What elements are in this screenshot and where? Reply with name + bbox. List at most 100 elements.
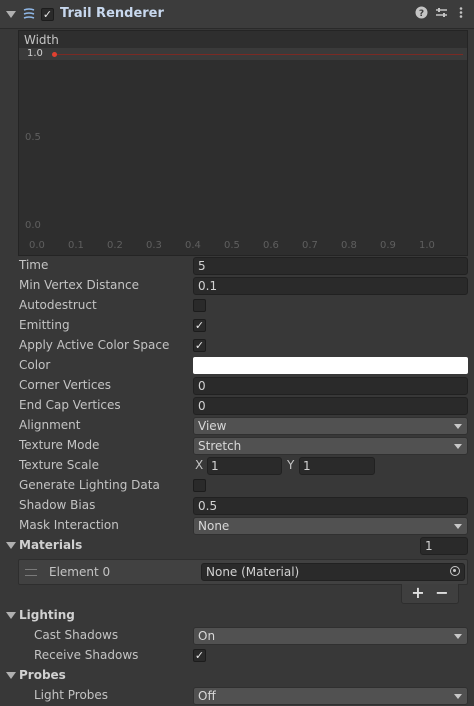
material-object-value: None (Material)	[206, 565, 300, 579]
collapse-arrow-icon[interactable]	[6, 672, 16, 679]
alignment-label: Alignment	[19, 418, 81, 432]
end-cap-vertices-label: End Cap Vertices	[19, 398, 121, 412]
corner-vertices-row: Corner Vertices 0	[0, 376, 474, 396]
texture-mode-label: Texture Mode	[19, 438, 100, 452]
width-curve-line	[53, 54, 463, 55]
x-tick-label: 0.0	[29, 240, 45, 251]
alignment-row: Alignment View	[0, 416, 474, 436]
x-tick-label: 0.8	[341, 240, 357, 251]
width-curve-editor[interactable]: Width 1.0 0.5 0.0 0.0 0.1 0.2 0.3 0.4 0.…	[18, 30, 468, 256]
texture-scale-label: Texture Scale	[19, 458, 100, 472]
mask-interaction-label: Mask Interaction	[19, 518, 119, 532]
shadow-bias-input[interactable]: 0.5	[193, 497, 468, 515]
emitting-row: Emitting ✓	[0, 316, 474, 336]
end-cap-vertices-row: End Cap Vertices 0	[0, 396, 474, 416]
chevron-down-icon	[454, 634, 462, 639]
materials-title: Materials	[19, 538, 83, 552]
color-row: Color	[0, 356, 474, 376]
min-vertex-distance-label: Min Vertex Distance	[19, 278, 139, 292]
texture-scale-y-input[interactable]: 1	[299, 457, 375, 475]
y-tick-label: 1.0	[27, 48, 43, 59]
y-tick-label: 0.5	[25, 132, 41, 143]
min-vertex-distance-input[interactable]: 0.1	[193, 277, 468, 295]
color-swatch[interactable]	[193, 357, 468, 374]
mask-interaction-row: Mask Interaction None	[0, 516, 474, 536]
alignment-dropdown[interactable]: View	[193, 417, 468, 435]
light-probes-label: Light Probes	[34, 688, 109, 702]
x-tick-label: 0.2	[107, 240, 123, 251]
min-vertex-distance-row: Min Vertex Distance 0.1	[0, 276, 474, 296]
generate-lighting-data-checkbox[interactable]	[193, 479, 206, 492]
chevron-down-icon	[454, 524, 462, 529]
probes-title: Probes	[19, 668, 66, 682]
drag-handle-icon[interactable]	[25, 569, 37, 576]
texture-scale-x-input[interactable]: 1	[207, 457, 282, 475]
time-label: Time	[19, 258, 49, 272]
light-probes-value: Off	[198, 689, 216, 703]
emitting-label: Emitting	[19, 318, 70, 332]
component-enabled-checkbox[interactable]: ✓	[41, 8, 54, 21]
probes-section-header[interactable]: Probes	[0, 666, 474, 686]
receive-shadows-checkbox[interactable]: ✓	[193, 649, 206, 662]
texture-scale-x-label: X	[195, 458, 204, 472]
y-tick-label: 0.0	[25, 220, 41, 231]
texture-scale-row: Texture Scale X 1 Y 1	[0, 456, 474, 476]
list-add-remove-bar: + −	[401, 584, 459, 604]
shadow-bias-label: Shadow Bias	[19, 498, 96, 512]
presets-icon[interactable]	[434, 6, 448, 20]
help-icon[interactable]: ?	[414, 6, 428, 20]
svg-text:?: ?	[418, 9, 423, 19]
autodestruct-label: Autodestruct	[19, 298, 97, 312]
materials-list: Element 0 None (Material)	[18, 559, 468, 585]
curve-keyframe[interactable]	[52, 52, 57, 57]
cast-shadows-dropdown[interactable]: On	[193, 627, 468, 645]
add-element-button[interactable]: +	[406, 584, 430, 602]
generate-lighting-data-label: Generate Lighting Data	[19, 478, 160, 492]
chevron-down-icon	[454, 694, 462, 699]
alignment-value: View	[198, 419, 227, 433]
receive-shadows-row: Receive Shadows ✓	[0, 646, 474, 666]
materials-section-header[interactable]: Materials 1	[0, 536, 474, 556]
lighting-section-header[interactable]: Lighting	[0, 606, 474, 626]
x-tick-label: 1.0	[419, 240, 435, 251]
shadow-bias-row: Shadow Bias 0.5	[0, 496, 474, 516]
x-tick-label: 0.9	[380, 240, 396, 251]
texture-mode-dropdown[interactable]: Stretch	[193, 437, 468, 455]
x-axis: 0.0 0.1 0.2 0.3 0.4 0.5 0.6 0.7 0.8 0.9 …	[19, 237, 467, 255]
corner-vertices-input[interactable]: 0	[193, 377, 468, 395]
x-tick-label: 0.6	[263, 240, 279, 251]
chevron-down-icon	[454, 424, 462, 429]
materials-count-input[interactable]: 1	[420, 537, 468, 555]
chevron-down-icon	[454, 444, 462, 449]
light-probes-dropdown[interactable]: Off	[193, 687, 468, 705]
apply-active-color-space-row: Apply Active Color Space ✓	[0, 336, 474, 356]
cast-shadows-row: Cast Shadows On	[0, 626, 474, 646]
trail-renderer-icon	[23, 8, 35, 19]
material-object-field[interactable]: None (Material)	[201, 563, 465, 581]
x-tick-label: 0.7	[302, 240, 318, 251]
width-curve-label: Width	[24, 33, 59, 47]
texture-mode-value: Stretch	[198, 439, 242, 453]
emitting-checkbox[interactable]: ✓	[193, 319, 206, 332]
collapse-arrow-icon[interactable]	[6, 542, 16, 549]
object-picker-icon[interactable]	[450, 566, 460, 576]
x-tick-label: 0.3	[146, 240, 162, 251]
apply-active-color-space-checkbox[interactable]: ✓	[193, 339, 206, 352]
end-cap-vertices-input[interactable]: 0	[193, 397, 468, 415]
component-header: ✓ Trail Renderer ?	[0, 0, 474, 29]
collapse-arrow-icon[interactable]	[6, 612, 16, 619]
time-row: Time 5	[0, 256, 474, 276]
remove-element-button[interactable]: −	[430, 584, 454, 602]
autodestruct-checkbox[interactable]	[193, 299, 206, 312]
lighting-title: Lighting	[19, 608, 75, 622]
mask-interaction-dropdown[interactable]: None	[193, 517, 468, 535]
time-input[interactable]: 5	[193, 257, 468, 275]
mask-interaction-value: None	[198, 519, 230, 533]
color-label: Color	[19, 358, 51, 372]
generate-lighting-data-row: Generate Lighting Data	[0, 476, 474, 496]
x-tick-label: 0.5	[224, 240, 240, 251]
cast-shadows-value: On	[198, 629, 216, 643]
more-menu-icon[interactable]	[454, 6, 468, 20]
apply-active-color-space-label: Apply Active Color Space	[19, 338, 170, 352]
collapse-arrow-icon[interactable]	[6, 11, 16, 18]
